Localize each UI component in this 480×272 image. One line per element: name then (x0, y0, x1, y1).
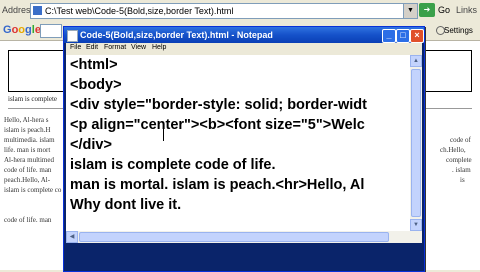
address-value: C:\Test web\Code-5(Bold,size,border Text… (45, 6, 234, 16)
scroll-down-icon[interactable]: ▼ (410, 219, 422, 231)
code-line: <html> (70, 57, 118, 73)
notepad-titlebar[interactable]: Code-5(Bold,size,border Text).html - Not… (64, 27, 424, 43)
page-text-fragment: ch.Hello, (440, 146, 466, 154)
menu-view[interactable]: View (131, 44, 146, 51)
minimize-button[interactable]: _ (382, 29, 396, 43)
code-line: man is mortal. islam is peach.<hr>Hello,… (70, 177, 365, 193)
google-logo: Google (3, 24, 41, 36)
notepad-window: Code-5(Bold,size,border Text).html - Not… (63, 26, 425, 272)
horizontal-scrollbar[interactable]: ◀ (66, 231, 410, 243)
page-text-line: islam is complete co (4, 186, 62, 194)
text-caret (163, 125, 164, 141)
code-line: </div> (70, 137, 112, 153)
menu-edit[interactable]: Edit (86, 44, 98, 51)
scroll-thumb-horizontal[interactable] (79, 232, 389, 242)
menu-format[interactable]: Format (104, 44, 126, 51)
close-button[interactable]: × (410, 29, 424, 43)
page-text-line: code of life. man (4, 166, 52, 174)
page-text-fragment: is (460, 176, 465, 184)
scroll-left-icon[interactable]: ◀ (66, 231, 78, 243)
code-line: <p align="center"><b><font size="5">Welc (70, 117, 365, 133)
page-text-fragment: complete (446, 156, 472, 164)
page-text-line: Al-hera multimed (4, 156, 54, 164)
page-text-line: islam is complete (8, 95, 57, 103)
code-line: <body> (70, 77, 122, 93)
scroll-up-icon[interactable]: ▲ (410, 55, 422, 67)
chevron-down-icon[interactable]: ▼ (403, 4, 417, 18)
maximize-button[interactable]: □ (396, 29, 410, 43)
menu-bar: File Edit Format View Help (66, 43, 422, 55)
notepad-icon (67, 30, 78, 42)
page-text-fragment: code of (450, 136, 471, 144)
go-arrow-icon[interactable]: ➜ (419, 3, 435, 17)
links-button[interactable]: Links (456, 5, 477, 15)
scroll-thumb[interactable] (411, 69, 421, 217)
page-text-line: multimedia. islam (4, 136, 55, 144)
page-text-line: life. man is mort (4, 146, 51, 154)
page-text-fragment: . islam (452, 166, 471, 174)
page-text-line: islam is peach.H (4, 126, 51, 134)
page-text-line: code of life. man (4, 216, 52, 224)
google-search-input[interactable] (40, 24, 62, 38)
editor-textarea[interactable]: <html> <body> <div style="border-style: … (66, 55, 410, 243)
code-line: islam is complete code of life. (70, 157, 276, 173)
page-text-line: peach.Hello, Al- (4, 176, 51, 184)
code-line: Why dont live it. (70, 197, 182, 213)
address-input[interactable]: C:\Test web\Code-5(Bold,size,border Text… (30, 3, 418, 19)
menu-help[interactable]: Help (152, 44, 166, 51)
address-bar: Address C:\Test web\Code-5(Bold,size,bor… (0, 0, 480, 23)
vertical-scrollbar[interactable]: ▲ ▼ (410, 55, 422, 243)
settings-button[interactable]: Settings (444, 26, 473, 35)
code-line: <div style="border-style: solid; border-… (70, 97, 367, 113)
page-icon (33, 6, 42, 15)
window-title: Code-5(Bold,size,border Text).html - Not… (80, 30, 273, 40)
page-text-line: Hello, Al-hera s (4, 116, 49, 124)
menu-file[interactable]: File (70, 44, 81, 51)
go-button[interactable]: Go (438, 5, 450, 15)
